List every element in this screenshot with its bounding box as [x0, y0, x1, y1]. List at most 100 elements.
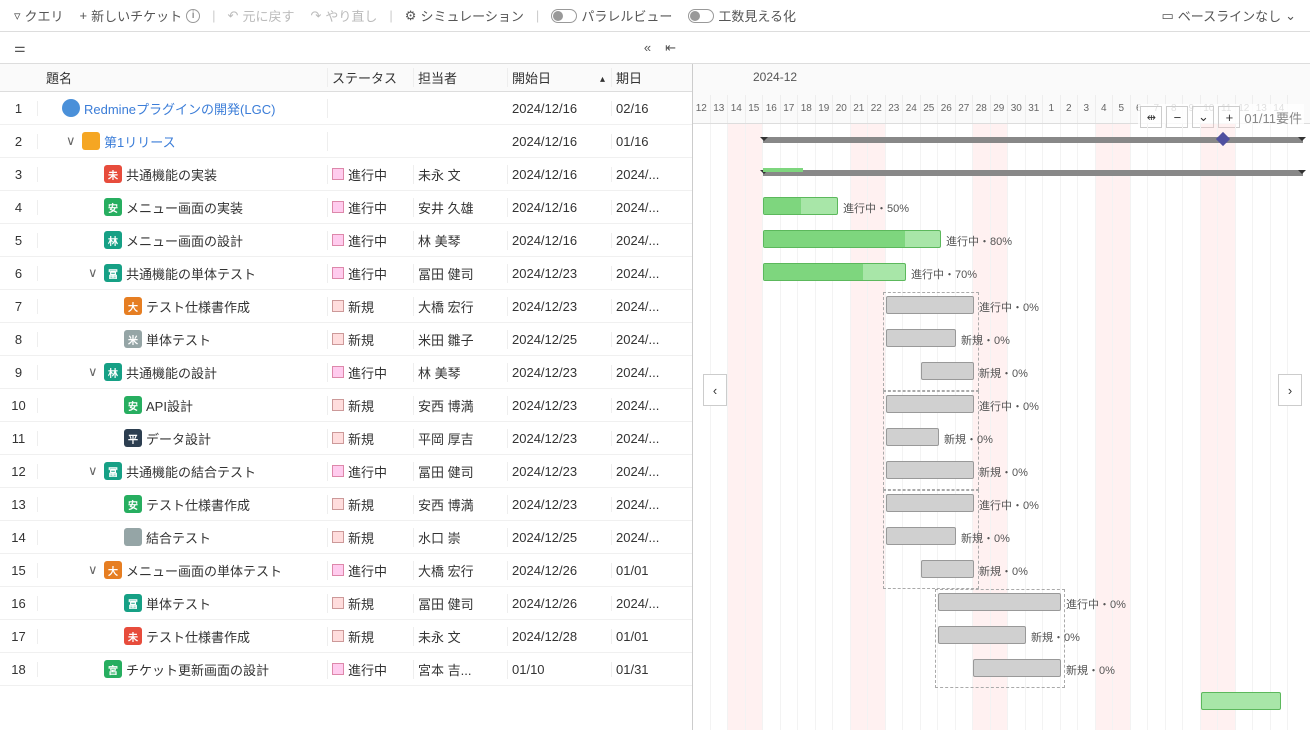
- table-row[interactable]: 14 結合テスト 新規 水口 崇 2024/12/25 2024/...: [0, 521, 692, 554]
- subject-text[interactable]: 第1リリース: [104, 132, 176, 151]
- table-row[interactable]: 6 ∨ 冨 共通機能の単体テスト 進行中 冨田 健司 2024/12/23 20…: [0, 257, 692, 290]
- gantt-row[interactable]: 新規・0%: [693, 520, 1310, 553]
- col-assignee[interactable]: 担当者: [414, 68, 508, 87]
- gantt-bar[interactable]: 進行中・0%: [886, 494, 974, 512]
- table-row[interactable]: 17 未 テスト仕様書作成 新規 未永 文 2024/12/28 01/01: [0, 620, 692, 653]
- table-row[interactable]: 11 平 データ設計 新規 平岡 厚吉 2024/12/23 2024/...: [0, 422, 692, 455]
- gantt-bar[interactable]: 新規・0%: [921, 362, 974, 380]
- gantt-row[interactable]: 進行中・0%: [693, 586, 1310, 619]
- gantt-row[interactable]: 進行中・50%: [693, 190, 1310, 223]
- gantt-row[interactable]: 新規・0%: [693, 454, 1310, 487]
- table-row[interactable]: 10 安 API設計 新規 安西 博満 2024/12/23 2024/...: [0, 389, 692, 422]
- assignee-cell: 大橋 宏行: [414, 561, 508, 580]
- milestone-diamond[interactable]: [1216, 132, 1230, 146]
- undo-button[interactable]: ↶元に戻す: [222, 4, 301, 27]
- table-row[interactable]: 5 林 メニュー画面の設計 進行中 林 美琴 2024/12/16 2024/.…: [0, 224, 692, 257]
- gantt-bar[interactable]: 進行中・0%: [886, 395, 974, 413]
- status-cell: 新規: [328, 528, 414, 547]
- col-status[interactable]: ステータス: [328, 68, 414, 87]
- expand-toggle[interactable]: ∨: [88, 463, 100, 479]
- table-row[interactable]: 3 未 共通機能の実装 進行中 未永 文 2024/12/16 2024/...: [0, 158, 692, 191]
- gantt-bar[interactable]: 進行中・0%: [938, 593, 1061, 611]
- gantt-row[interactable]: 新規・0%: [693, 355, 1310, 388]
- subject-text[interactable]: Redmineプラグインの開発(LGC): [84, 99, 275, 118]
- gantt-bar[interactable]: 進行中・80%: [763, 230, 941, 248]
- gantt-bar[interactable]: 新規・0%: [886, 527, 956, 545]
- gantt-bar[interactable]: 進行中・50%: [763, 197, 838, 215]
- day-cell: 28: [973, 95, 991, 123]
- day-cell: 13: [711, 95, 729, 123]
- table-row[interactable]: 18 宮 チケット更新画面の設計 進行中 宮本 吉... 01/10 01/31: [0, 653, 692, 686]
- gantt-bar[interactable]: 新規・0%: [973, 659, 1061, 677]
- gantt-bar[interactable]: 進行中・70%: [763, 263, 906, 281]
- query-button[interactable]: ▿クエリ: [8, 4, 70, 27]
- gantt-bar[interactable]: 新規・0%: [886, 428, 939, 446]
- start-cell: 2024/12/16: [508, 167, 612, 182]
- baseline-dropdown[interactable]: ▭ベースラインなし⌄: [1155, 4, 1302, 27]
- due-cell: 2024/...: [612, 398, 682, 413]
- gantt-row[interactable]: 進行中・0%: [693, 487, 1310, 520]
- bar-label: 新規・0%: [961, 530, 1010, 546]
- table-row[interactable]: 4 安 メニュー画面の実装 進行中 安井 久雄 2024/12/16 2024/…: [0, 191, 692, 224]
- gantt-row[interactable]: [693, 124, 1310, 157]
- gantt-row[interactable]: 進行中・0%: [693, 289, 1310, 322]
- table-row[interactable]: 2 ∨ 第1リリース 2024/12/16 01/16: [0, 125, 692, 158]
- ticket-icon: 大: [124, 297, 142, 315]
- day-cell: 29: [991, 95, 1009, 123]
- gantt-bar[interactable]: 新規・0%: [921, 560, 974, 578]
- start-cell: 2024/12/16: [508, 233, 612, 248]
- table-row[interactable]: 9 ∨ 林 共通機能の設計 進行中 林 美琴 2024/12/23 2024/.…: [0, 356, 692, 389]
- col-subject[interactable]: 題名: [38, 68, 328, 87]
- col-due[interactable]: 期日: [612, 68, 682, 87]
- gantt-row[interactable]: 進行中・80%: [693, 223, 1310, 256]
- baseline-icon: ▭: [1161, 8, 1173, 24]
- gantt-row[interactable]: [693, 157, 1310, 190]
- due-cell: 2024/...: [612, 464, 682, 479]
- double-chevron-left-icon: «: [644, 40, 651, 55]
- table-row[interactable]: 1 Redmineプラグインの開発(LGC) 2024/12/16 02/16: [0, 92, 692, 125]
- scroll-right-button[interactable]: ›: [1278, 374, 1302, 406]
- collapse-left-button[interactable]: «: [638, 38, 657, 58]
- gantt-row[interactable]: 進行中・0%: [693, 388, 1310, 421]
- settings-button[interactable]: ⚌: [8, 38, 32, 58]
- expand-toggle[interactable]: ∨: [66, 133, 78, 149]
- gantt-bar[interactable]: 新規・0%: [886, 461, 974, 479]
- gantt-body[interactable]: 進行中・50% 進行中・80% 進行中・70% 進行中・0% 新規・0% 新規・0% 進行中…: [693, 124, 1310, 730]
- table-row[interactable]: 16 冨 単体テスト 新規 冨田 健司 2024/12/26 2024/...: [0, 587, 692, 620]
- arrow-bar-left-icon: ⇤: [665, 40, 676, 56]
- table-row[interactable]: 13 安 テスト仕様書作成 新規 安西 博満 2024/12/23 2024/.…: [0, 488, 692, 521]
- gantt-bar[interactable]: 新規・0%: [886, 329, 956, 347]
- gantt-row[interactable]: 新規・0%: [693, 322, 1310, 355]
- effort-button[interactable]: 工数見える化: [682, 4, 802, 27]
- collapse-button[interactable]: ⇤: [659, 38, 682, 58]
- redo-button[interactable]: ↷やり直し: [304, 4, 383, 27]
- scroll-left-button[interactable]: ‹: [703, 374, 727, 406]
- gantt-row[interactable]: 新規・0%: [693, 619, 1310, 652]
- simulation-button[interactable]: ⚙シミュレーション: [399, 4, 530, 27]
- expand-toggle[interactable]: ∨: [88, 265, 100, 281]
- new-ticket-button[interactable]: +新しいチケットi: [74, 4, 207, 27]
- bar-label: 進行中・70%: [911, 266, 977, 282]
- table-row[interactable]: 7 大 テスト仕様書作成 新規 大橋 宏行 2024/12/23 2024/..…: [0, 290, 692, 323]
- gantt-row[interactable]: [693, 685, 1310, 718]
- table-row[interactable]: 12 ∨ 冨 共通機能の結合テスト 進行中 冨田 健司 2024/12/23 2…: [0, 455, 692, 488]
- day-cell: 20: [833, 95, 851, 123]
- expand-toggle[interactable]: ∨: [88, 364, 100, 380]
- gantt-row[interactable]: 新規・0%: [693, 421, 1310, 454]
- table-row[interactable]: 15 ∨ 大 メニュー画面の単体テスト 進行中 大橋 宏行 2024/12/26…: [0, 554, 692, 587]
- summary-bar[interactable]: [763, 170, 1303, 176]
- gantt-bar[interactable]: 進行中・0%: [886, 296, 974, 314]
- gantt-row[interactable]: 新規・0%: [693, 553, 1310, 586]
- expand-toggle[interactable]: ∨: [88, 562, 100, 578]
- col-start[interactable]: 開始日▴: [508, 68, 612, 87]
- gantt-row[interactable]: 進行中・70%: [693, 256, 1310, 289]
- parallel-view-button[interactable]: パラレルビュー: [545, 4, 678, 27]
- gantt-row[interactable]: 新規・0%: [693, 652, 1310, 685]
- status-cell: 新規: [328, 627, 414, 646]
- table-row[interactable]: 8 米 単体テスト 新規 米田 雛子 2024/12/25 2024/...: [0, 323, 692, 356]
- gantt-bar[interactable]: 新規・0%: [938, 626, 1026, 644]
- toggle-icon: [688, 9, 714, 23]
- ticket-icon: 米: [124, 330, 142, 348]
- due-cell: 2024/...: [612, 332, 682, 347]
- gantt-bar[interactable]: [1201, 692, 1281, 710]
